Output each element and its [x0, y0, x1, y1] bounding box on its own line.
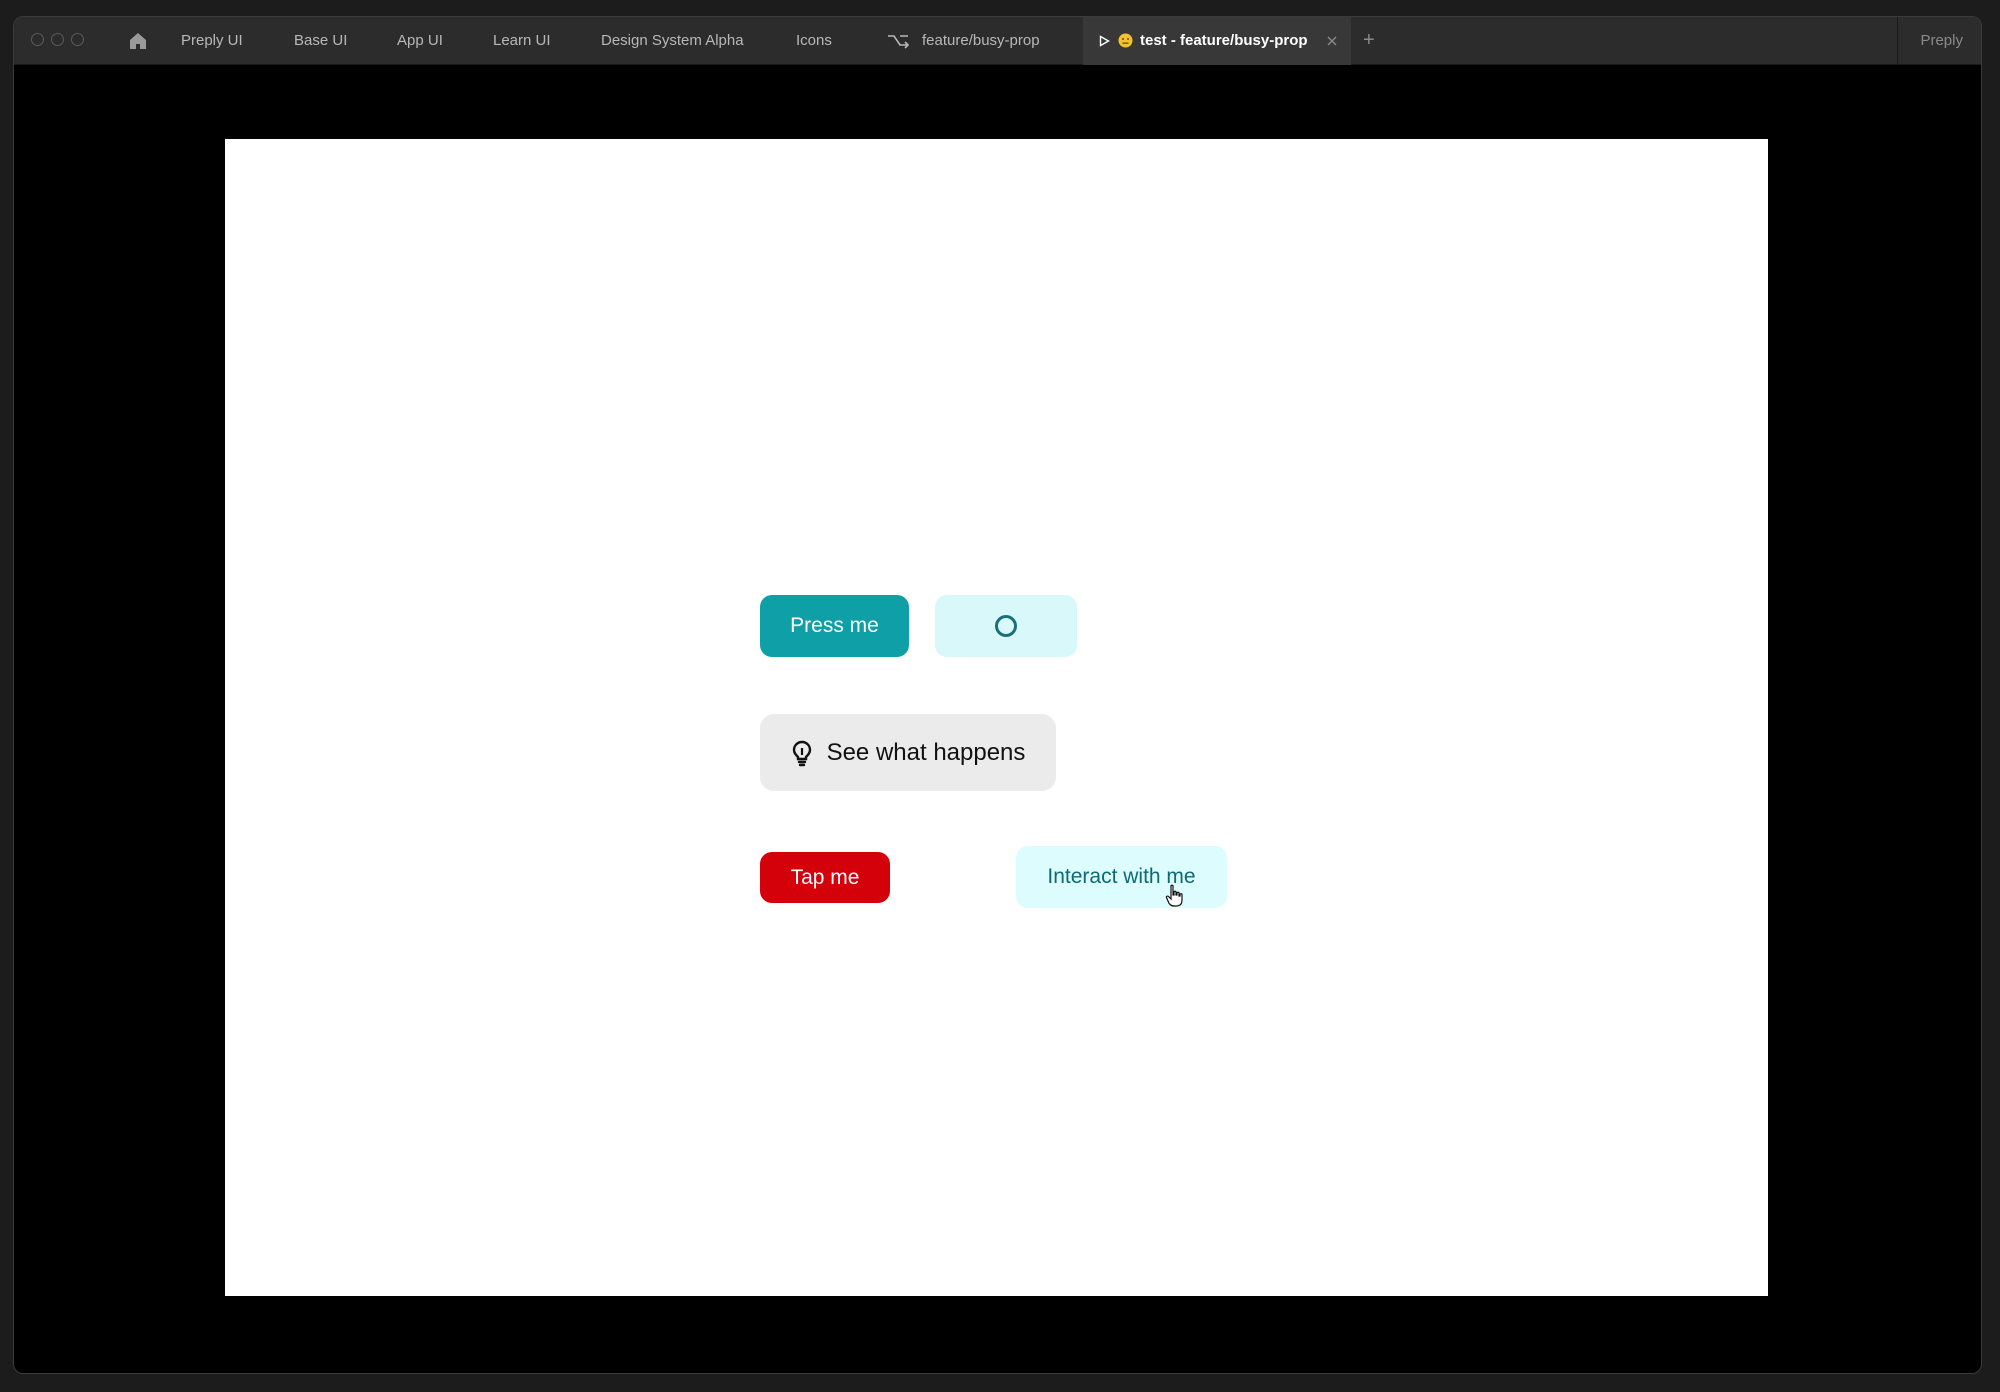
brand-label[interactable]: Preply	[1920, 17, 1963, 64]
tab-feature-busy-prop[interactable]: feature/busy-prop	[922, 17, 1040, 64]
brand-area: Preply	[1897, 17, 1981, 64]
tab-app-ui[interactable]: App UI	[397, 17, 443, 64]
tab-bar: Preply UI Base UI App UI Learn UI Design…	[14, 17, 1981, 65]
emoji-icon	[1118, 33, 1133, 48]
tab-active-label: test - feature/busy-prop	[1140, 32, 1308, 49]
tab-icons[interactable]: Icons	[796, 17, 832, 64]
lightbulb-icon	[792, 740, 811, 766]
tab-base-ui[interactable]: Base UI	[294, 17, 347, 64]
see-what-happens-label: See what happens	[826, 738, 1026, 766]
tab-learn-ui[interactable]: Learn UI	[493, 17, 551, 64]
prototype-canvas: Press me See what happens Tap me Interac…	[225, 139, 1768, 1296]
branch-icon	[888, 35, 909, 49]
loading-button[interactable]	[935, 595, 1077, 657]
new-tab-button[interactable]: +	[1363, 17, 1375, 64]
close-icon[interactable]	[1327, 36, 1337, 46]
tap-me-button[interactable]: Tap me	[760, 852, 890, 903]
interact-with-me-button[interactable]: Interact with me	[1016, 846, 1227, 908]
maximize-window-button[interactable]	[71, 33, 84, 46]
close-window-button[interactable]	[31, 33, 44, 46]
hand-cursor-icon	[1165, 884, 1183, 907]
minimize-window-button[interactable]	[51, 33, 64, 46]
tab-design-system-alpha[interactable]: Design System Alpha	[601, 17, 744, 64]
home-icon[interactable]	[128, 31, 148, 51]
tab-preply-ui[interactable]: Preply UI	[181, 17, 243, 64]
spinner-icon	[995, 615, 1017, 637]
app-window: Preply UI Base UI App UI Learn UI Design…	[13, 16, 1982, 1374]
press-me-button[interactable]: Press me	[760, 595, 909, 657]
see-what-happens-button[interactable]: See what happens	[760, 714, 1056, 791]
play-icon	[1099, 35, 1110, 47]
